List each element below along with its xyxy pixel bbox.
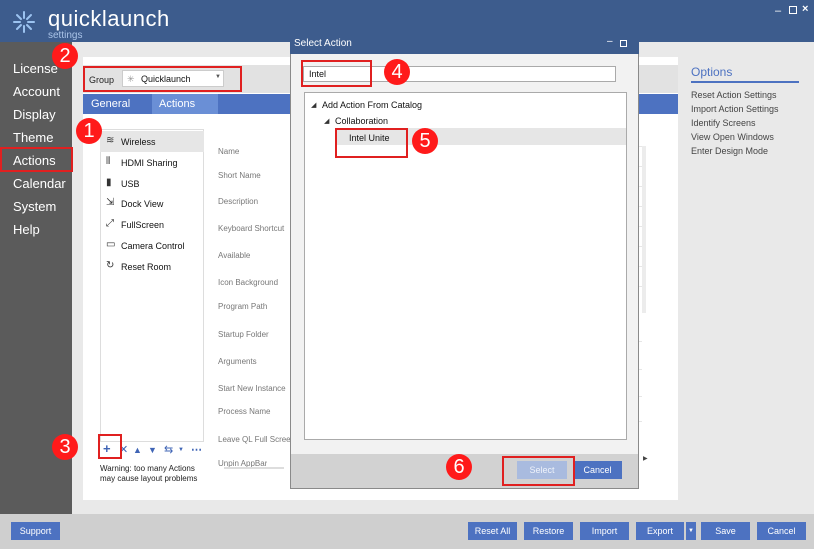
- swap-icon[interactable]: ⇆: [164, 443, 173, 456]
- callout-marker-2: 2: [52, 43, 78, 69]
- callout-box-intel-unite: [335, 128, 408, 158]
- options-divider: [691, 81, 799, 83]
- restore-button[interactable]: Restore: [524, 522, 573, 540]
- prop-short-name: Short Name: [218, 171, 261, 180]
- callout-box-actions: [0, 147, 73, 172]
- callout-box-select: [502, 456, 575, 486]
- reset-action-settings-link[interactable]: Reset Action Settings: [691, 90, 777, 100]
- nav-item-help[interactable]: Help: [13, 222, 40, 237]
- nav-item-license[interactable]: License: [13, 61, 58, 76]
- import-button[interactable]: Import: [580, 522, 629, 540]
- properties-scrollbar[interactable]: [642, 146, 646, 313]
- more-icon[interactable]: ⋯: [191, 443, 202, 456]
- callout-marker-4: 4: [384, 59, 410, 85]
- save-button[interactable]: Save: [701, 522, 750, 540]
- prop-start-new-instance: Start New Instance: [218, 384, 286, 393]
- action-item-hdmi-sharing[interactable]: ⫴ HDMI Sharing: [100, 152, 204, 173]
- warning-text: Warning: too many Actions may cause layo…: [100, 464, 198, 483]
- identify-screens-link[interactable]: Identify Screens: [691, 118, 756, 128]
- dialog-title: Select Action: [294, 38, 352, 49]
- support-button[interactable]: Support: [11, 522, 60, 540]
- action-item-wireless[interactable]: ≋ Wireless: [100, 131, 204, 152]
- action-item-fullscreen[interactable]: ⤢ FullScreen: [100, 214, 204, 235]
- camera-icon: ▭: [106, 239, 116, 250]
- tree-node-add-action-from-catalog[interactable]: Add Action From Catalog: [322, 100, 422, 110]
- fullscreen-icon: ⤢: [106, 218, 114, 229]
- minimize-button[interactable]: –: [775, 5, 781, 17]
- tab-general[interactable]: General: [84, 94, 137, 114]
- callout-box-group: [83, 66, 242, 92]
- reset-icon: ↻: [106, 260, 115, 271]
- maximize-button[interactable]: [789, 6, 797, 14]
- nav-item-display[interactable]: Display: [13, 107, 56, 122]
- prop-description: Description: [218, 197, 259, 206]
- tree-node-collaboration[interactable]: Collaboration: [335, 116, 388, 126]
- callout-marker-6: 6: [446, 454, 472, 480]
- prop-startup-folder: Startup Folder: [218, 330, 269, 339]
- prop-unpin-appbar: Unpin AppBar: [218, 459, 268, 467]
- enter-design-mode-link[interactable]: Enter Design Mode: [691, 146, 768, 156]
- prop-name: Name: [218, 147, 240, 156]
- import-action-settings-link[interactable]: Import Action Settings: [691, 104, 779, 114]
- view-open-windows-link[interactable]: View Open Windows: [691, 132, 774, 142]
- chevron-down-icon[interactable]: ▼: [178, 447, 184, 453]
- horizontal-scrollbar[interactable]: [224, 467, 284, 469]
- app-subtitle: settings: [48, 30, 83, 41]
- export-button[interactable]: Export: [636, 522, 684, 540]
- action-item-reset-room[interactable]: ↻ Reset Room: [100, 256, 204, 277]
- prop-process-name: Process Name: [218, 407, 271, 416]
- close-button[interactable]: ×: [802, 3, 808, 15]
- hdmi-icon: ⫴: [106, 156, 111, 167]
- nav-item-account[interactable]: Account: [13, 84, 60, 99]
- callout-marker-1: 1: [76, 118, 102, 144]
- callout-box-add: [98, 434, 122, 459]
- dialog-cancel-button[interactable]: Cancel: [573, 461, 622, 479]
- dialog-maximize-button[interactable]: [620, 40, 627, 47]
- action-item-usb[interactable]: ▮ USB: [100, 173, 204, 194]
- dock-icon: ⇲: [106, 197, 115, 208]
- prop-available: Available: [218, 251, 251, 260]
- move-down-icon[interactable]: ▼: [148, 445, 157, 455]
- cancel-button[interactable]: Cancel: [757, 522, 806, 540]
- app-title: quicklaunch: [48, 6, 170, 31]
- nav-item-theme[interactable]: Theme: [13, 130, 53, 145]
- nav-item-calendar[interactable]: Calendar: [13, 176, 66, 191]
- callout-box-search: [301, 60, 372, 87]
- prop-icon-background: Icon Background: [218, 278, 279, 287]
- dialog-minimize-button[interactable]: –: [607, 36, 613, 47]
- quicklaunch-logo-icon: [13, 11, 35, 33]
- wifi-icon: ≋: [106, 135, 115, 146]
- prop-program-path: Program Path: [218, 302, 268, 311]
- callout-marker-5: 5: [412, 128, 438, 154]
- scroll-right-icon[interactable]: ▶: [643, 455, 648, 462]
- tree-expand-icon[interactable]: ◢: [311, 101, 316, 109]
- prop-leave-ql-full-screen: Leave QL Full Scree: [218, 435, 291, 444]
- nav-item-system[interactable]: System: [13, 199, 56, 214]
- usb-icon: ▮: [106, 177, 112, 188]
- prop-arguments: Arguments: [218, 357, 257, 366]
- export-dropdown-chevron-icon[interactable]: ▼: [686, 522, 696, 540]
- reset-all-button[interactable]: Reset All: [468, 522, 517, 540]
- callout-marker-3: 3: [52, 434, 78, 460]
- tree-expand-icon[interactable]: ◢: [324, 117, 329, 125]
- action-item-camera-control[interactable]: ▭ Camera Control: [100, 235, 204, 256]
- options-title: Options: [691, 65, 733, 79]
- move-up-icon[interactable]: ▲: [133, 445, 142, 455]
- tab-actions[interactable]: Actions: [152, 94, 218, 114]
- prop-keyboard-shortcut: Keyboard Shortcut: [218, 224, 285, 233]
- action-item-dock-view[interactable]: ⇲ Dock View: [100, 193, 204, 214]
